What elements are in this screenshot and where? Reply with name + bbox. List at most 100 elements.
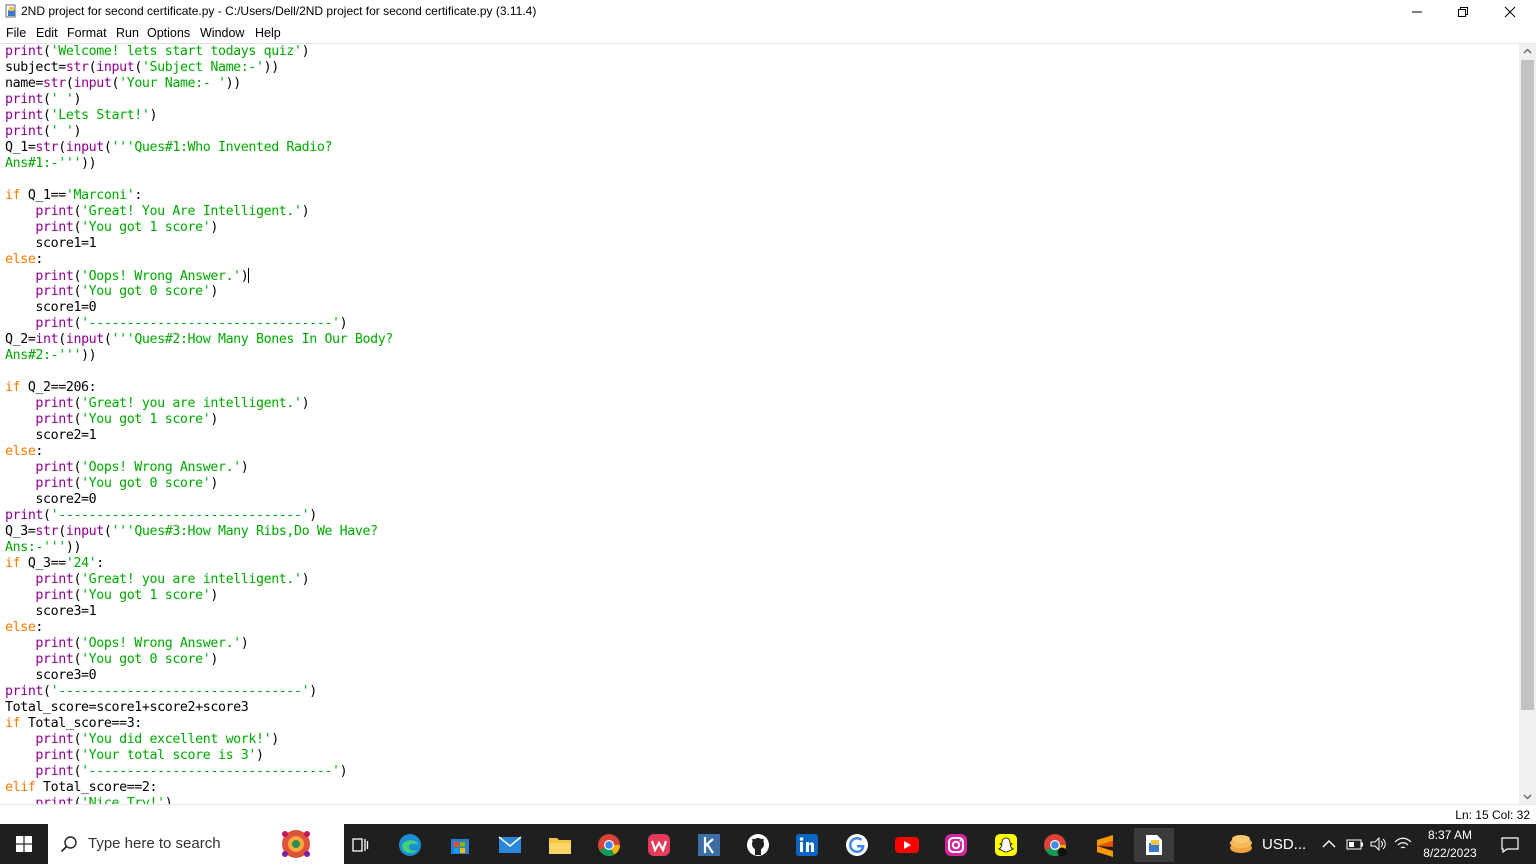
string-token: 'Great! you are intelligent.' <box>81 396 302 411</box>
code-token: score3=0 <box>5 668 97 683</box>
title-bar: 2ND project for second certificate.py - … <box>0 0 1536 24</box>
code-editor[interactable]: print('Welcome! lets start todays quiz')… <box>0 44 1519 804</box>
code-token: ) <box>301 572 310 587</box>
start-button[interactable] <box>0 824 48 864</box>
code-line: print('--------------------------------'… <box>5 684 393 700</box>
code-token: ( <box>73 284 82 299</box>
menu-options[interactable]: Options <box>147 26 190 40</box>
volume-icon[interactable] <box>1370 837 1388 851</box>
menu-file[interactable]: File <box>6 26 26 40</box>
minimize-button[interactable] <box>1394 0 1440 24</box>
restore-button[interactable] <box>1440 0 1486 24</box>
code-token: )) <box>81 156 97 171</box>
github-icon[interactable] <box>738 828 778 862</box>
code-line: print('Welcome! lets start todays quiz') <box>5 44 393 60</box>
wps-office-icon[interactable] <box>639 828 679 862</box>
taskbar-search-box[interactable]: Type here to search <box>48 824 344 864</box>
string-token: 'Oops! Wrong Answer.' <box>81 636 241 651</box>
string-token: Ans#1:-''' <box>5 156 82 171</box>
chrome-icon[interactable] <box>589 828 629 862</box>
string-token: '''Ques#1:Who Invented Radio? <box>111 140 333 155</box>
code-token: ( <box>73 316 82 331</box>
string-token: ' ' <box>50 92 74 107</box>
instagram-icon[interactable] <box>936 828 976 862</box>
string-token: 'You got 1 score' <box>81 220 211 235</box>
battery-icon[interactable] <box>1346 838 1364 850</box>
vertical-scrollbar[interactable] <box>1519 44 1536 804</box>
youtube-icon[interactable] <box>887 828 927 862</box>
menu-edit[interactable]: Edit <box>36 26 58 40</box>
clock-date: 8/22/2023 <box>1423 846 1477 860</box>
task-view-icon[interactable] <box>340 828 380 862</box>
code-line: print('Great! You Are Intelligent.') <box>5 204 393 220</box>
code-token: score3=1 <box>5 604 97 619</box>
mail-icon[interactable] <box>490 828 530 862</box>
code-line: print('Oops! Wrong Answer.') <box>5 268 393 284</box>
menu-window[interactable]: Window <box>200 26 244 40</box>
string-token: '''Ques#2:How Many Bones In Our Body? <box>111 332 394 347</box>
string-token: 'Oops! Wrong Answer.' <box>81 269 241 284</box>
string-token: '--------------------------------' <box>50 508 310 523</box>
notifications-button[interactable] <box>1490 828 1530 862</box>
code-line: Q_2=int(input('''Ques#2:How Many Bones I… <box>5 332 393 348</box>
taskbar-clock[interactable]: 8:37 AM 8/22/2023 <box>1414 826 1486 862</box>
search-icon <box>60 836 77 853</box>
restore-icon <box>1458 7 1468 17</box>
code-token: ) <box>210 412 218 427</box>
string-token: 'Your Name:- ' <box>119 76 226 91</box>
edge-icon[interactable] <box>390 828 430 862</box>
linkedin-icon[interactable] <box>787 828 827 862</box>
code-token: ( <box>73 220 82 235</box>
code-line: score2=1 <box>5 428 393 444</box>
code-token: ) <box>210 588 218 603</box>
code-token: ) <box>301 44 310 59</box>
menu-run[interactable]: Run <box>116 26 139 40</box>
code-line: print('--------------------------------'… <box>5 316 393 332</box>
builtin-token: print <box>35 269 74 284</box>
scroll-up-button[interactable] <box>1519 44 1536 58</box>
cursor-position: Ln: 15 Col: 32 <box>1455 808 1530 822</box>
code-line: score1=1 <box>5 236 393 252</box>
google-icon[interactable] <box>837 828 877 862</box>
menu-help[interactable]: Help <box>255 26 281 40</box>
code-token: score2=0 <box>5 492 97 507</box>
scroll-down-button[interactable] <box>1519 790 1536 804</box>
code-token: score1=0 <box>5 300 97 315</box>
code-token: ( <box>111 76 120 91</box>
chrome-profile-icon[interactable] <box>1035 828 1075 862</box>
wifi-icon[interactable] <box>1394 837 1412 851</box>
code-token: ( <box>58 524 66 539</box>
code-token: ( <box>73 588 82 603</box>
file-explorer-icon[interactable] <box>540 828 580 862</box>
idle-editor-icon[interactable] <box>1134 828 1174 862</box>
string-token: Ans#2:-''' <box>5 348 82 363</box>
currency-widget[interactable]: USD... <box>1228 824 1306 864</box>
snapchat-icon[interactable] <box>986 828 1026 862</box>
code-token: Total_score=score1+score2+score3 <box>5 700 249 715</box>
menu-format[interactable]: Format <box>67 26 107 40</box>
code-line: Q_1=str(input('''Ques#1:Who Invented Rad… <box>5 140 393 156</box>
code-token: ( <box>73 476 82 491</box>
sublime-text-icon[interactable] <box>1085 828 1125 862</box>
code-line: score1=0 <box>5 300 393 316</box>
k-app-icon[interactable] <box>689 828 729 862</box>
builtin-token: print <box>5 108 44 123</box>
store-icon[interactable] <box>440 828 480 862</box>
scrollbar-thumb[interactable] <box>1521 60 1534 710</box>
keyword-token: else <box>5 620 36 635</box>
code-token: score1=1 <box>5 236 97 251</box>
code-line: print('You got 1 score') <box>5 412 393 428</box>
chevron-up-icon[interactable] <box>1322 839 1336 849</box>
close-button[interactable] <box>1487 0 1533 24</box>
code-token: ) <box>240 269 249 284</box>
code-token: ( <box>43 44 51 59</box>
code-token: ( <box>73 460 82 475</box>
window-title: 2ND project for second certificate.py - … <box>21 4 537 18</box>
code-token: ) <box>149 108 158 123</box>
code-line: print('Oops! Wrong Answer.') <box>5 636 393 652</box>
